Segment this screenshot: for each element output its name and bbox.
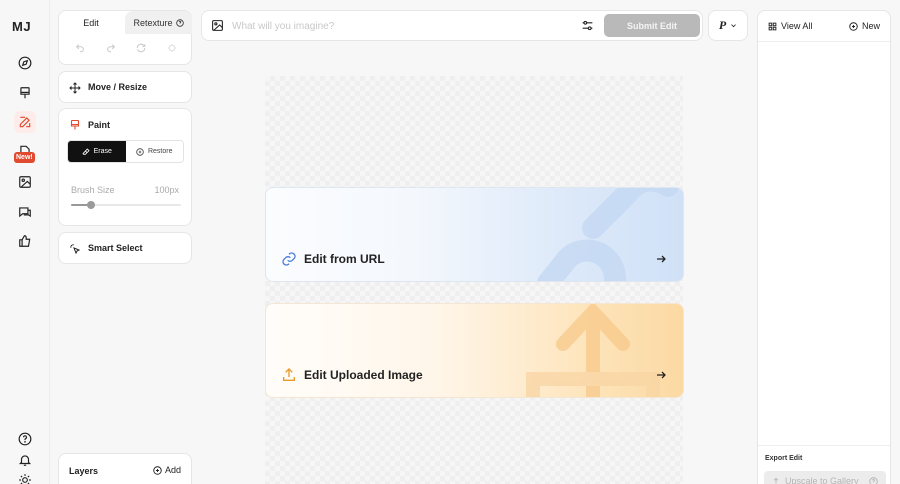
divider	[758, 41, 890, 42]
sun-icon	[19, 474, 31, 484]
paint-mode-toggle: Erase Restore	[67, 140, 184, 163]
edit-uploaded-image-card[interactable]: Edit Uploaded Image	[265, 303, 684, 398]
theme-toggle[interactable]	[14, 469, 36, 484]
prompt-input[interactable]	[232, 17, 572, 35]
edit-icon	[19, 116, 31, 128]
sidebar: MJ New!	[0, 0, 50, 484]
brush-size-slider[interactable]	[71, 201, 181, 209]
new-label: New	[861, 21, 880, 31]
undo-icon[interactable]	[75, 43, 85, 53]
compass-icon	[18, 56, 32, 70]
sidebar-item-explore[interactable]	[14, 52, 36, 74]
edit-from-url-label: Edit from URL	[304, 252, 385, 266]
move-icon	[69, 82, 81, 94]
plus-circle-icon	[849, 21, 858, 31]
brush-size-label: Brush Size	[71, 185, 115, 195]
grid-icon	[768, 22, 777, 30]
restore-button[interactable]: Restore	[125, 141, 183, 162]
edits-panel: View All New Export Edit Upscale to Gall…	[757, 10, 891, 484]
new-edit-button[interactable]: New	[849, 21, 880, 31]
tab-retexture[interactable]: Retexture	[125, 11, 192, 34]
help-icon	[18, 432, 32, 446]
link-icon	[282, 252, 296, 266]
settings-sliders-icon[interactable]	[581, 19, 594, 32]
upload-icon	[283, 368, 295, 381]
chevron-down-icon	[731, 24, 737, 28]
notifications-button[interactable]	[14, 449, 36, 471]
paint-tool[interactable]: Paint Erase Restore Brush Size 100px	[58, 108, 192, 226]
restore-icon	[136, 147, 144, 156]
tab-retexture-label: Retexture	[133, 17, 173, 28]
history-toolbar	[69, 43, 183, 53]
sidebar-item-organize[interactable]	[14, 171, 36, 193]
divider	[758, 445, 890, 446]
upscale-to-gallery-button[interactable]: Upscale to Gallery	[764, 471, 886, 484]
edit-from-url-card[interactable]: Edit from URL	[265, 187, 684, 282]
brush-size-value: 100px	[154, 185, 179, 195]
sidebar-item-chat[interactable]	[14, 201, 36, 223]
restore-label: Restore	[147, 148, 173, 155]
plus-circle-icon	[153, 465, 162, 475]
chat-icon	[19, 207, 31, 218]
submit-edit-button[interactable]: Submit Edit	[604, 14, 700, 37]
bell-icon	[18, 455, 32, 466]
new-badge: New!	[14, 152, 35, 163]
sidebar-item-edit[interactable]	[14, 111, 36, 133]
edit-uploaded-image-label: Edit Uploaded Image	[304, 368, 423, 382]
layers-label: Layers	[69, 466, 99, 476]
upscale-icon	[773, 477, 779, 484]
prompt-bar: Submit Edit	[201, 10, 703, 41]
brush-icon	[20, 87, 30, 99]
erase-label: Erase	[93, 148, 112, 155]
redo-icon[interactable]	[106, 43, 116, 53]
erase-button[interactable]: Erase	[68, 141, 126, 162]
brush-size-thumb[interactable]	[86, 201, 95, 209]
upload-decoration-icon	[526, 304, 660, 397]
magic-icon[interactable]	[167, 43, 177, 53]
sidebar-item-rank[interactable]	[14, 230, 36, 252]
app-logo[interactable]: MJ	[12, 19, 31, 34]
export-edit-label: Export Edit	[765, 455, 803, 462]
arrow-right-icon	[657, 255, 666, 263]
view-all-label: View All	[781, 21, 813, 31]
arrow-right-icon	[657, 371, 666, 379]
image-icon	[19, 176, 31, 188]
help-icon	[869, 476, 878, 484]
add-image-icon[interactable]	[211, 19, 224, 32]
parameters-glyph: P	[718, 18, 727, 32]
upscale-label: Upscale to Gallery	[785, 476, 859, 484]
thumbs-up-icon	[19, 235, 31, 247]
smart-select-icon	[70, 244, 81, 255]
smart-select-label: Smart Select	[88, 243, 143, 253]
link-decoration-icon	[537, 188, 679, 281]
parameters-dropdown[interactable]: P	[708, 10, 748, 41]
layers-panel: Layers Add	[58, 453, 192, 484]
view-all-button[interactable]: View All	[768, 21, 812, 31]
reset-icon[interactable]	[136, 43, 146, 53]
paint-label: Paint	[88, 120, 111, 130]
smart-select-tool[interactable]: Smart Select	[58, 232, 192, 264]
move-resize-label: Move / Resize	[88, 82, 148, 92]
help-button[interactable]	[14, 428, 36, 450]
add-layer-label: Add	[164, 465, 181, 475]
edit-tools-card: Edit Retexture	[58, 10, 192, 65]
sidebar-item-create[interactable]	[14, 82, 36, 104]
eraser-icon	[82, 147, 90, 155]
move-resize-tool[interactable]: Move / Resize	[58, 71, 192, 103]
tab-edit[interactable]: Edit	[59, 11, 123, 34]
paint-bucket-icon	[70, 119, 80, 130]
info-icon	[175, 18, 184, 27]
add-layer-button[interactable]: Add	[153, 465, 181, 475]
